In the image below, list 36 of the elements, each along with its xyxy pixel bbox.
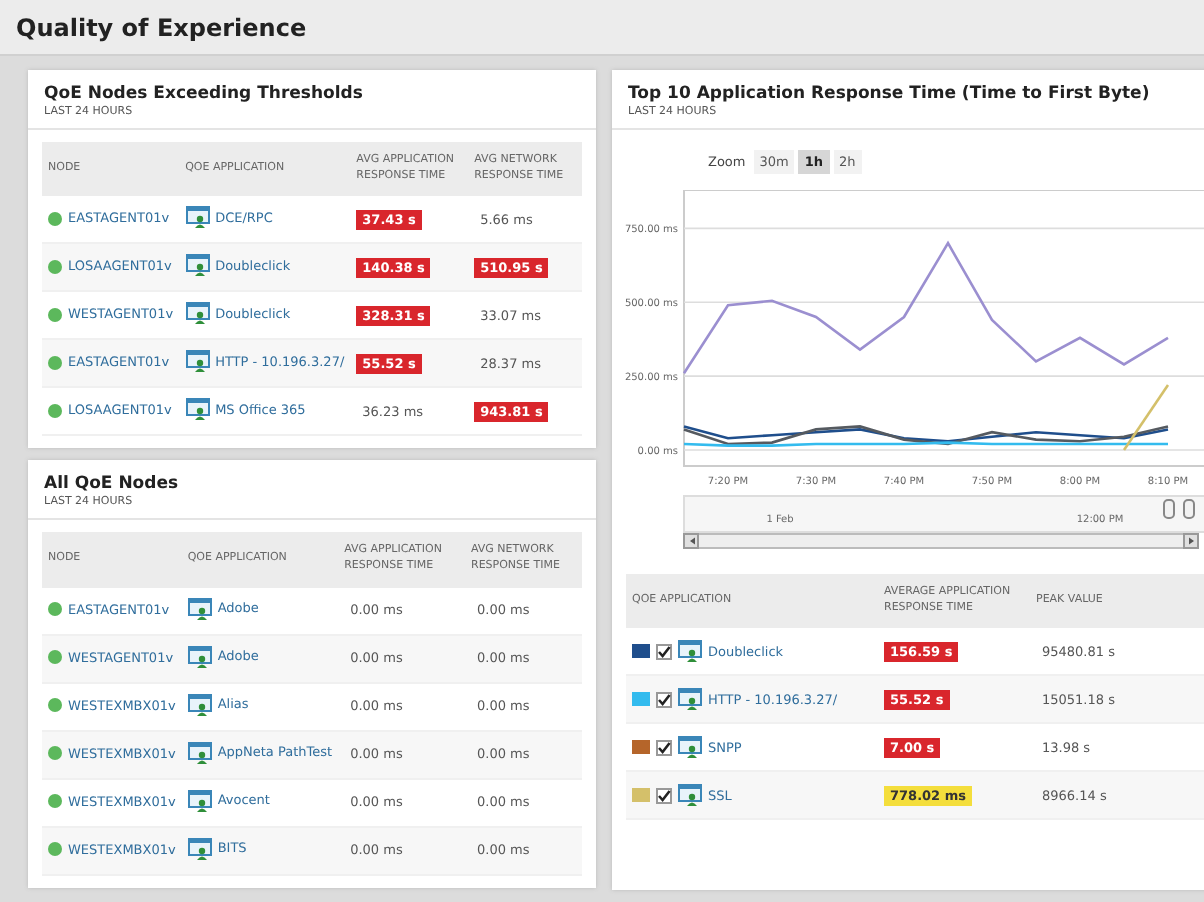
panel-title: All QoE Nodes [44,474,181,495]
application-icon [187,837,212,860]
status-dot [48,403,62,418]
status-dot [48,842,62,856]
status-dot [48,211,62,226]
status-dot [48,307,62,322]
checkbox[interactable] [656,691,672,708]
application-icon [185,254,210,277]
application-icon [678,736,702,759]
checkbox[interactable] [656,643,672,660]
application-icon [185,398,210,421]
application-icon [185,350,210,373]
application-icon [187,789,212,812]
scrollbar[interactable] [697,533,1185,549]
application-icon [678,784,702,807]
status-dot [48,355,62,370]
panel-title: QoE Nodes Exceeding Thresholds [44,84,365,104]
application-icon [678,688,702,711]
status-dot [48,602,62,616]
application-icon [185,206,210,229]
status-dot [48,794,62,808]
status-dot [48,746,62,760]
panel-title: Top 10 Application Response Time (Time to First Byte) [628,84,1152,104]
checkbox[interactable] [656,739,672,756]
application-icon [187,597,212,620]
checkbox[interactable] [656,787,672,804]
application-icon [187,741,212,764]
scroll-right-arrow[interactable] [1183,533,1199,549]
status-dot [48,259,62,274]
page-title: Quality of Experience [16,13,307,41]
status-dot [48,698,62,712]
application-icon [678,640,702,663]
application-icon [187,693,212,716]
application-icon [187,645,212,668]
status-dot [48,650,62,664]
application-icon [185,302,210,325]
